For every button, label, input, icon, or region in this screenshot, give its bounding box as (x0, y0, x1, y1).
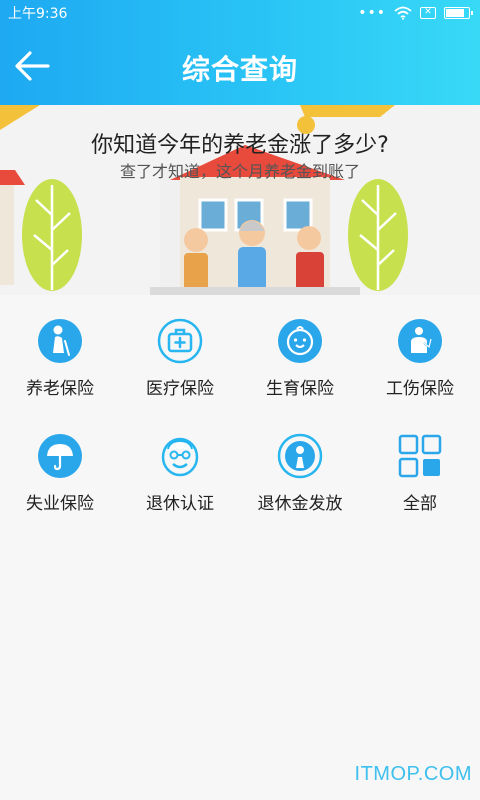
promo-banner[interactable]: 你知道今年的养老金涨了多少? 查了才知道，这个月养老金到账了 (0, 105, 480, 295)
banner-headline: 你知道今年的养老金涨了多少? (91, 133, 389, 158)
banner-subline: 查了才知道，这个月养老金到账了 (119, 162, 360, 181)
service-work-injury[interactable]: 工伤保险 (360, 305, 480, 400)
money-payout-icon (277, 433, 323, 479)
watermark: ITMOP.COM (354, 763, 472, 785)
elderly-person-icon (38, 319, 82, 363)
service-retirement-auth[interactable]: 退休认证 (120, 420, 240, 515)
no-sim-icon: ✕ (420, 7, 436, 19)
battery-icon (444, 7, 473, 19)
service-label: 生育保险 (266, 379, 334, 399)
service-label: 退休金发放 (257, 494, 343, 514)
more-dots-icon: ••• (358, 5, 386, 21)
service-pension[interactable]: 养老保险 (0, 305, 120, 400)
title-bar: 综合查询 (0, 26, 480, 105)
service-all[interactable]: 全部 (360, 420, 480, 515)
service-label: 养老保险 (26, 379, 94, 399)
service-grid: 养老保险 医疗保险 生育保险 工伤保险 失业保险 退休认证 退休金发放 全部 (0, 305, 480, 515)
medical-kit-icon (157, 318, 203, 364)
grid-all-icon (398, 434, 442, 478)
service-label: 失业保险 (26, 494, 94, 514)
service-label: 医疗保险 (146, 379, 214, 399)
status-icons: ••• ✕ (358, 5, 473, 21)
service-maternity[interactable]: 生育保险 (240, 305, 360, 400)
status-bar: 上午9:36 ••• ✕ (0, 0, 480, 26)
service-unemployment[interactable]: 失业保险 (0, 420, 120, 515)
service-medical[interactable]: 医疗保险 (120, 305, 240, 400)
header: 上午9:36 ••• ✕ 综合查询 (0, 0, 480, 105)
app-screen: 上午9:36 ••• ✕ 综合查询 你知道今年的养老金涨了多少? 查了才知道，这… (0, 0, 480, 800)
injured-worker-icon (398, 319, 442, 363)
service-label: 全部 (403, 494, 437, 514)
service-pension-payout[interactable]: 退休金发放 (240, 420, 360, 515)
umbrella-icon (38, 434, 82, 478)
old-man-face-icon (161, 437, 199, 477)
battery-level (446, 9, 464, 17)
status-time: 上午9:36 (8, 6, 68, 22)
wifi-icon (394, 6, 412, 20)
service-label: 工伤保险 (386, 379, 454, 399)
baby-face-icon (278, 319, 322, 363)
service-label: 退休认证 (146, 494, 214, 514)
page-title: 综合查询 (181, 53, 298, 86)
